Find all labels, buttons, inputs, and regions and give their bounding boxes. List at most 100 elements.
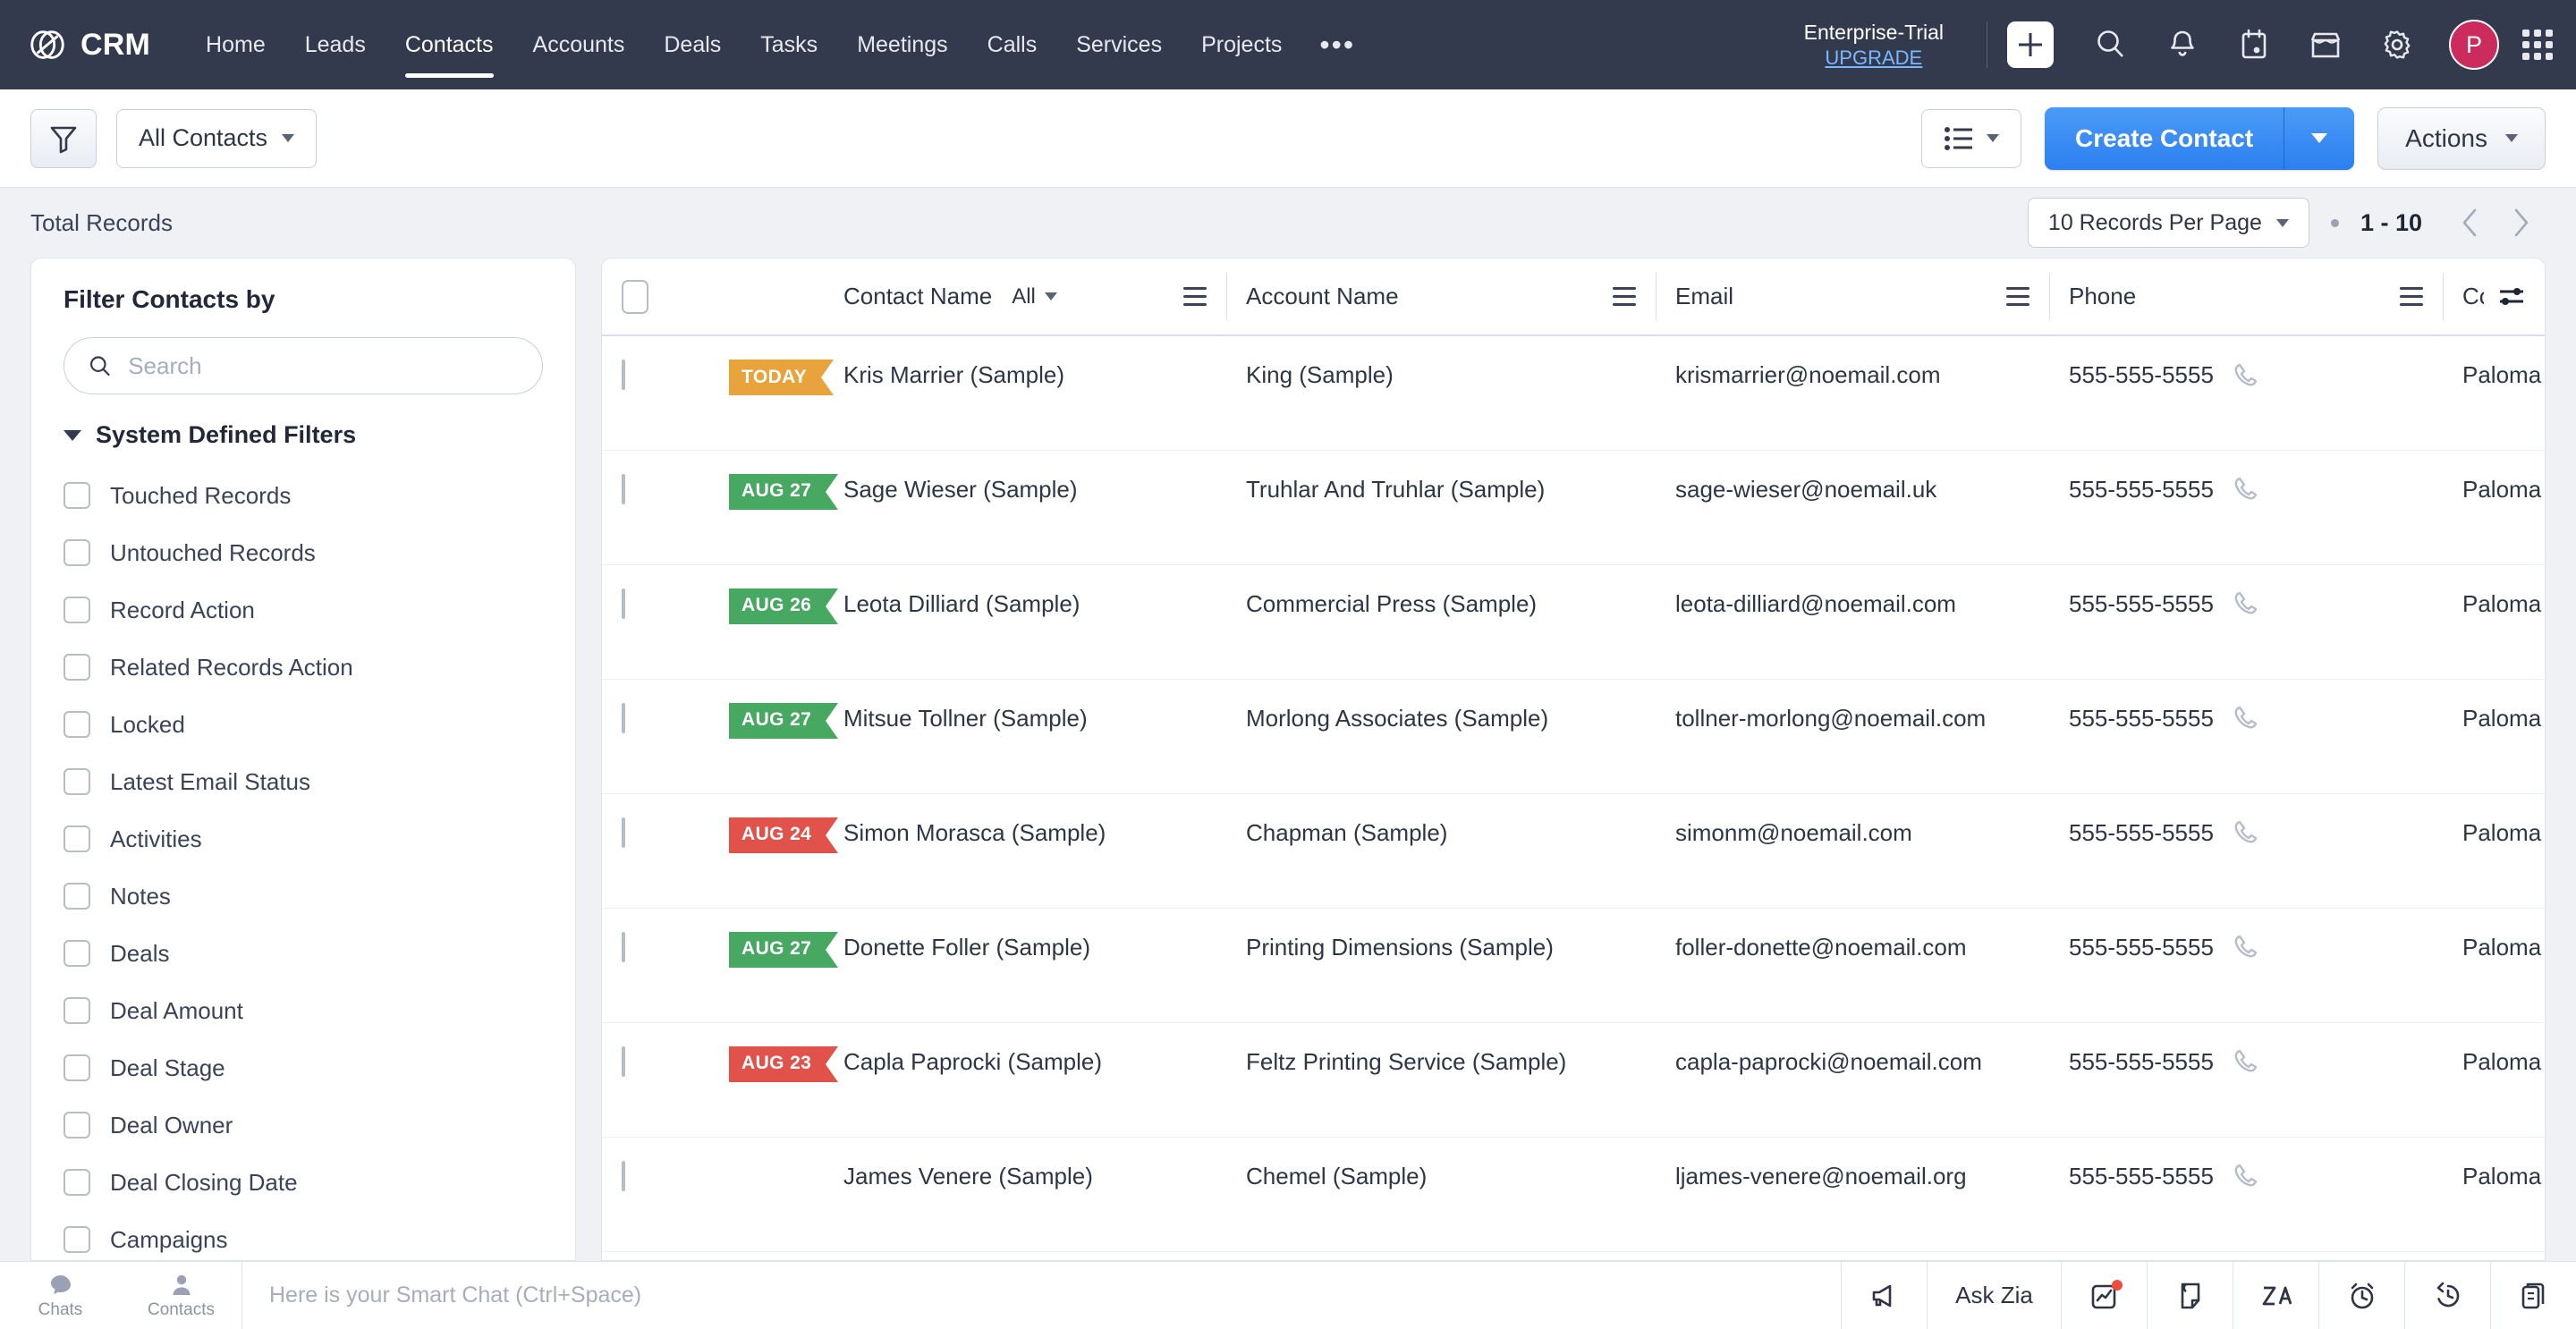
account-name-cell[interactable]: Feltz Printing Service (Sample) <box>1226 1022 1656 1138</box>
filter-item-touched-records[interactable]: Touched Records <box>31 467 575 524</box>
table-row[interactable]: AUG 27 Mitsue Tollner (Sample) Morlong A… <box>602 679 2545 794</box>
phone-call-icon[interactable] <box>2232 589 2260 618</box>
email-cell[interactable]: sage-wieser@noemail.uk <box>1656 450 2049 565</box>
column-menu-icon[interactable] <box>1992 287 2029 306</box>
contact-name-filter-dropdown[interactable]: All <box>1012 284 1057 309</box>
column-menu-icon[interactable] <box>2385 287 2423 306</box>
email-cell[interactable]: leota-dilliard@noemail.com <box>1656 564 2049 680</box>
filter-search-box[interactable] <box>64 337 543 394</box>
table-row[interactable]: AUG 23 Capla Paprocki (Sample) Feltz Pri… <box>602 1022 2545 1138</box>
filter-item-deal-stage[interactable]: Deal Stage <box>31 1039 575 1096</box>
nav-item-services[interactable]: Services <box>1056 0 1182 89</box>
phone-call-icon[interactable] <box>2232 704 2260 732</box>
reminders-button[interactable] <box>2318 1262 2404 1329</box>
checkbox[interactable] <box>64 997 90 1024</box>
previous-page-button[interactable] <box>2445 198 2496 248</box>
view-mode-button[interactable] <box>1921 108 2021 168</box>
phone-call-icon[interactable] <box>2232 475 2260 504</box>
bottom-tab-chats[interactable]: Chats <box>0 1272 121 1320</box>
checkbox[interactable] <box>64 825 90 852</box>
calendar-button[interactable] <box>2231 21 2277 68</box>
column-menu-icon[interactable] <box>1598 287 1636 306</box>
filter-item-latest-email-status[interactable]: Latest Email Status <box>31 753 575 810</box>
account-name-cell[interactable]: Commercial Press (Sample) <box>1226 564 1656 680</box>
notes-button[interactable] <box>2147 1262 2233 1329</box>
contact-name-cell[interactable]: Donette Foller (Sample) <box>824 908 1226 1023</box>
records-per-page-selector[interactable]: 10 Records Per Page <box>2027 198 2309 248</box>
settings-button[interactable] <box>2374 21 2420 68</box>
row-checkbox[interactable] <box>622 931 625 962</box>
table-row[interactable]: Josephine Darakjy (Sample) Chanay (Sampl… <box>602 1251 2545 1260</box>
contact-name-cell[interactable]: Simon Morasca (Sample) <box>824 793 1226 909</box>
phone-call-icon[interactable] <box>2232 818 2260 847</box>
nav-item-meetings[interactable]: Meetings <box>837 0 967 89</box>
checkbox[interactable] <box>64 654 90 681</box>
create-contact-dropdown-button[interactable] <box>2284 106 2355 170</box>
clipboard-button[interactable] <box>2490 1262 2576 1329</box>
analytics-button[interactable] <box>2061 1262 2147 1329</box>
table-row[interactable]: AUG 27 Donette Foller (Sample) Printing … <box>602 908 2545 1023</box>
email-cell[interactable]: joesphine-darakjy@noemail.com <box>1656 1251 2049 1260</box>
zia-assistant-button[interactable] <box>2233 1262 2318 1329</box>
account-name-cell[interactable]: Printing Dimensions (Sample) <box>1226 908 1656 1023</box>
checkbox[interactable] <box>64 1226 90 1253</box>
account-name-cell[interactable]: Truhlar And Truhlar (Sample) <box>1226 450 1656 565</box>
actions-button[interactable]: Actions <box>2377 106 2546 170</box>
smart-chat-input-wrapper[interactable] <box>242 1262 1841 1329</box>
search-button[interactable] <box>2088 21 2134 68</box>
contact-name-cell[interactable]: Sage Wieser (Sample) <box>824 450 1226 565</box>
avatar[interactable]: P <box>2449 20 2499 70</box>
filter-item-record-action[interactable]: Record Action <box>31 581 575 639</box>
row-checkbox[interactable] <box>622 1160 625 1191</box>
upgrade-link[interactable]: UPGRADE <box>1804 46 1944 71</box>
email-cell[interactable]: ljames-venere@noemail.org <box>1656 1137 2049 1252</box>
checkbox[interactable] <box>64 1112 90 1139</box>
phone-call-icon[interactable] <box>2232 1047 2260 1076</box>
next-page-button[interactable] <box>2496 198 2546 248</box>
row-checkbox[interactable] <box>622 473 625 504</box>
contact-name-cell[interactable]: Josephine Darakjy (Sample) <box>824 1251 1226 1260</box>
filter-search-input[interactable] <box>128 351 519 380</box>
checkbox[interactable] <box>64 539 90 566</box>
nav-item-accounts[interactable]: Accounts <box>513 0 645 89</box>
smart-chat-input[interactable] <box>269 1282 1814 1308</box>
announcements-button[interactable] <box>1841 1262 1927 1329</box>
nav-item-tasks[interactable]: Tasks <box>741 0 837 89</box>
system-defined-filters-group[interactable]: System Defined Filters <box>31 421 575 449</box>
row-checkbox[interactable] <box>622 360 625 390</box>
row-checkbox[interactable] <box>622 817 625 848</box>
account-name-cell[interactable]: Chanay (Sample) <box>1226 1251 1656 1260</box>
account-name-cell[interactable]: Chemel (Sample) <box>1226 1137 1656 1252</box>
checkbox[interactable] <box>64 1169 90 1196</box>
email-cell[interactable]: tollner-morlong@noemail.com <box>1656 679 2049 794</box>
brand-logo-group[interactable]: CRM <box>27 24 150 65</box>
create-contact-button[interactable]: Create Contact <box>2045 106 2285 170</box>
nav-item-projects[interactable]: Projects <box>1182 0 1301 89</box>
filter-item-deal-owner[interactable]: Deal Owner <box>31 1096 575 1154</box>
checkbox[interactable] <box>64 768 90 795</box>
marketplace-button[interactable] <box>2302 21 2349 68</box>
checkbox[interactable] <box>64 482 90 509</box>
table-row[interactable]: AUG 24 Simon Morasca (Sample) Chapman (S… <box>602 793 2545 909</box>
table-row[interactable]: James Venere (Sample) Chemel (Sample) lj… <box>602 1137 2545 1252</box>
nav-item-contacts[interactable]: Contacts <box>386 0 513 89</box>
email-cell[interactable]: capla-paprocki@noemail.com <box>1656 1022 2049 1138</box>
create-contact-button-group[interactable]: Create Contact <box>2045 106 2355 170</box>
contact-name-cell[interactable]: Mitsue Tollner (Sample) <box>824 679 1226 794</box>
phone-call-icon[interactable] <box>2232 1162 2260 1190</box>
filter-item-campaigns[interactable]: Campaigns <box>31 1211 575 1260</box>
table-row[interactable]: TODAY Kris Marrier (Sample) King (Sample… <box>602 335 2545 451</box>
email-cell[interactable]: krismarrier@noemail.com <box>1656 335 2049 451</box>
nav-item-deals[interactable]: Deals <box>644 0 741 89</box>
row-checkbox[interactable] <box>622 1045 625 1077</box>
filter-item-related-records-action[interactable]: Related Records Action <box>31 639 575 696</box>
checkbox[interactable] <box>64 940 90 967</box>
column-menu-icon[interactable] <box>1169 287 1207 306</box>
account-name-cell[interactable]: King (Sample) <box>1226 335 1656 451</box>
filter-toggle-button[interactable] <box>30 108 97 168</box>
add-button[interactable] <box>2007 21 2054 68</box>
filter-item-deal-closing-date[interactable]: Deal Closing Date <box>31 1154 575 1211</box>
email-cell[interactable]: foller-donette@noemail.com <box>1656 908 2049 1023</box>
filter-item-deals[interactable]: Deals <box>31 925 575 982</box>
checkbox[interactable] <box>64 711 90 738</box>
